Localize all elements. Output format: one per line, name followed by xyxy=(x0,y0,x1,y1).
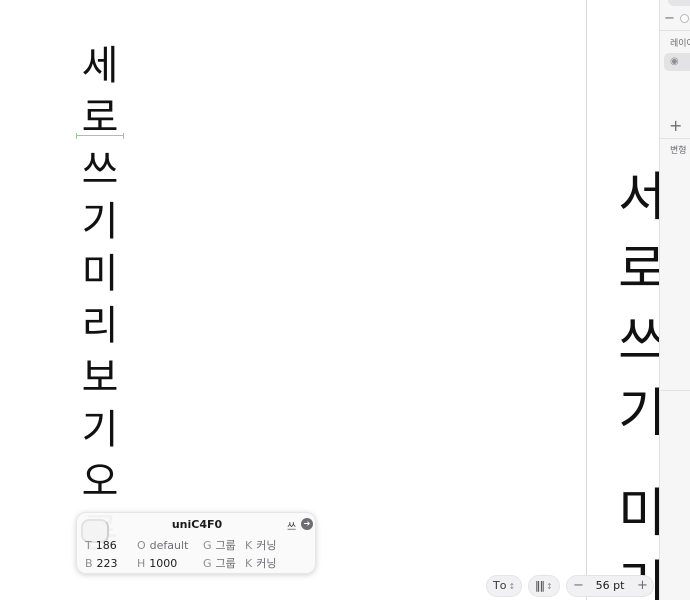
canvas-glyph[interactable]: 미 xyxy=(76,248,124,300)
metric-kerning[interactable]: K 커닝 xyxy=(245,557,276,571)
metric-key: T xyxy=(85,539,92,552)
eye-icon[interactable]: ◉ xyxy=(670,56,679,68)
metric-key: G xyxy=(203,557,212,570)
metric-value[interactable]: 그룹 xyxy=(216,539,236,552)
slider-knob[interactable] xyxy=(680,14,689,23)
metric-key: H xyxy=(137,557,146,570)
metric-value[interactable]: 그룹 xyxy=(216,557,236,570)
transform-section-label: 변형 xyxy=(670,146,687,156)
metric-key: G xyxy=(203,539,212,552)
inspector-sidebar: − 레이어 ◉ F + 변형 xyxy=(659,0,690,600)
preview-panel: 서 로 쓰 기 미 리 xyxy=(587,0,659,600)
vertical-text-sample[interactable]: 세 로 쓰 기 미 리 보 기 오 른 xyxy=(76,40,124,560)
metric-value[interactable]: 186 xyxy=(96,539,117,552)
metric-value[interactable]: 223 xyxy=(97,557,118,570)
preview-glyph: 서 xyxy=(618,168,659,228)
inspector-top-control[interactable] xyxy=(668,0,690,6)
preview-glyph: 쓰 xyxy=(618,312,659,372)
canvas-glyph[interactable]: 세 xyxy=(76,40,124,92)
metric-height[interactable]: H 1000 xyxy=(137,557,177,571)
decrease-size-button[interactable]: − xyxy=(573,576,584,596)
vertical-lines-icon: ‖‖ xyxy=(535,579,545,592)
inspector-divider xyxy=(660,390,690,391)
metric-top[interactable]: T 186 xyxy=(85,539,117,553)
slider-minus-icon[interactable]: − xyxy=(664,12,675,26)
glyph-character: 쓰 xyxy=(287,522,297,533)
point-size-stepper[interactable]: − 56 pt + xyxy=(566,575,654,597)
inspector-divider xyxy=(660,30,690,31)
canvas-glyph[interactable]: 기 xyxy=(76,196,124,248)
chevron-updown-icon: ↕ xyxy=(508,582,516,591)
glyph-editor-canvas[interactable]: 세 로 쓰 기 미 리 보 기 오 른 xyxy=(0,0,586,600)
layer-item[interactable]: ◉ F xyxy=(664,53,690,71)
canvas-glyph[interactable]: 리 xyxy=(76,300,124,352)
inspector-size-slider[interactable]: − xyxy=(664,12,690,26)
layers-section-label: 레이어 xyxy=(670,39,690,49)
metric-origin[interactable]: Odefault xyxy=(137,539,188,553)
metric-value[interactable]: default xyxy=(150,539,189,552)
cursor-tick-left xyxy=(76,133,77,139)
canvas-glyph[interactable]: 보 xyxy=(76,352,124,404)
metric-key: K xyxy=(245,539,253,552)
increase-size-button[interactable]: + xyxy=(637,576,648,596)
metric-group[interactable]: G 그룹 xyxy=(203,539,236,553)
canvas-glyph[interactable]: 기 xyxy=(76,404,124,456)
metric-key: K xyxy=(245,557,253,570)
metric-kerning[interactable]: K 커닝 xyxy=(245,539,276,553)
cursor-line xyxy=(76,135,124,136)
metric-value[interactable]: 커닝 xyxy=(256,539,276,552)
metrics-row: B 223 H 1000 G 그룹 K 커닝 xyxy=(85,557,315,571)
metric-key: B xyxy=(85,557,93,570)
metric-bottom[interactable]: B 223 xyxy=(85,557,118,571)
go-to-glyph-arrow-icon[interactable]: ➔ xyxy=(301,518,313,530)
preview-glyph: 로 xyxy=(618,240,659,300)
metrics-row: T 186 Odefault G 그룹 K 커닝 xyxy=(85,539,315,553)
text-cursor-marker xyxy=(76,133,124,139)
cursor-tick-right xyxy=(123,133,124,139)
glyph-name: uniC4F0 xyxy=(171,518,223,531)
glyph-info-panel: uniC4F0 쓰 ➔ T 186 Odefault G 그룹 K 커닝 B 223 H… xyxy=(76,512,316,574)
canvas-glyph[interactable]: 오 xyxy=(76,456,124,508)
text-direction-button[interactable]: ‖‖ ↕ xyxy=(528,575,560,597)
metric-key: O xyxy=(137,539,146,552)
preview-glyph: 기 xyxy=(618,384,659,444)
metric-value[interactable]: 1000 xyxy=(149,557,177,570)
preview-text: 서 로 쓰 기 미 리 xyxy=(617,162,659,600)
metric-value[interactable]: 커닝 xyxy=(256,557,276,570)
canvas-glyph-selected[interactable]: 쓰 xyxy=(76,144,124,196)
metric-group[interactable]: G 그룹 xyxy=(203,557,236,571)
chevron-updown-icon: ↕ xyxy=(546,582,553,591)
add-layer-button[interactable]: + xyxy=(669,117,682,135)
text-style-button[interactable]: Tᴏ ↕ xyxy=(486,575,522,597)
preview-glyph: 미 xyxy=(618,484,659,544)
text-style-label: Tᴏ xyxy=(493,579,507,592)
point-size-value[interactable]: 56 pt xyxy=(589,576,631,596)
inspector-divider xyxy=(660,138,690,139)
